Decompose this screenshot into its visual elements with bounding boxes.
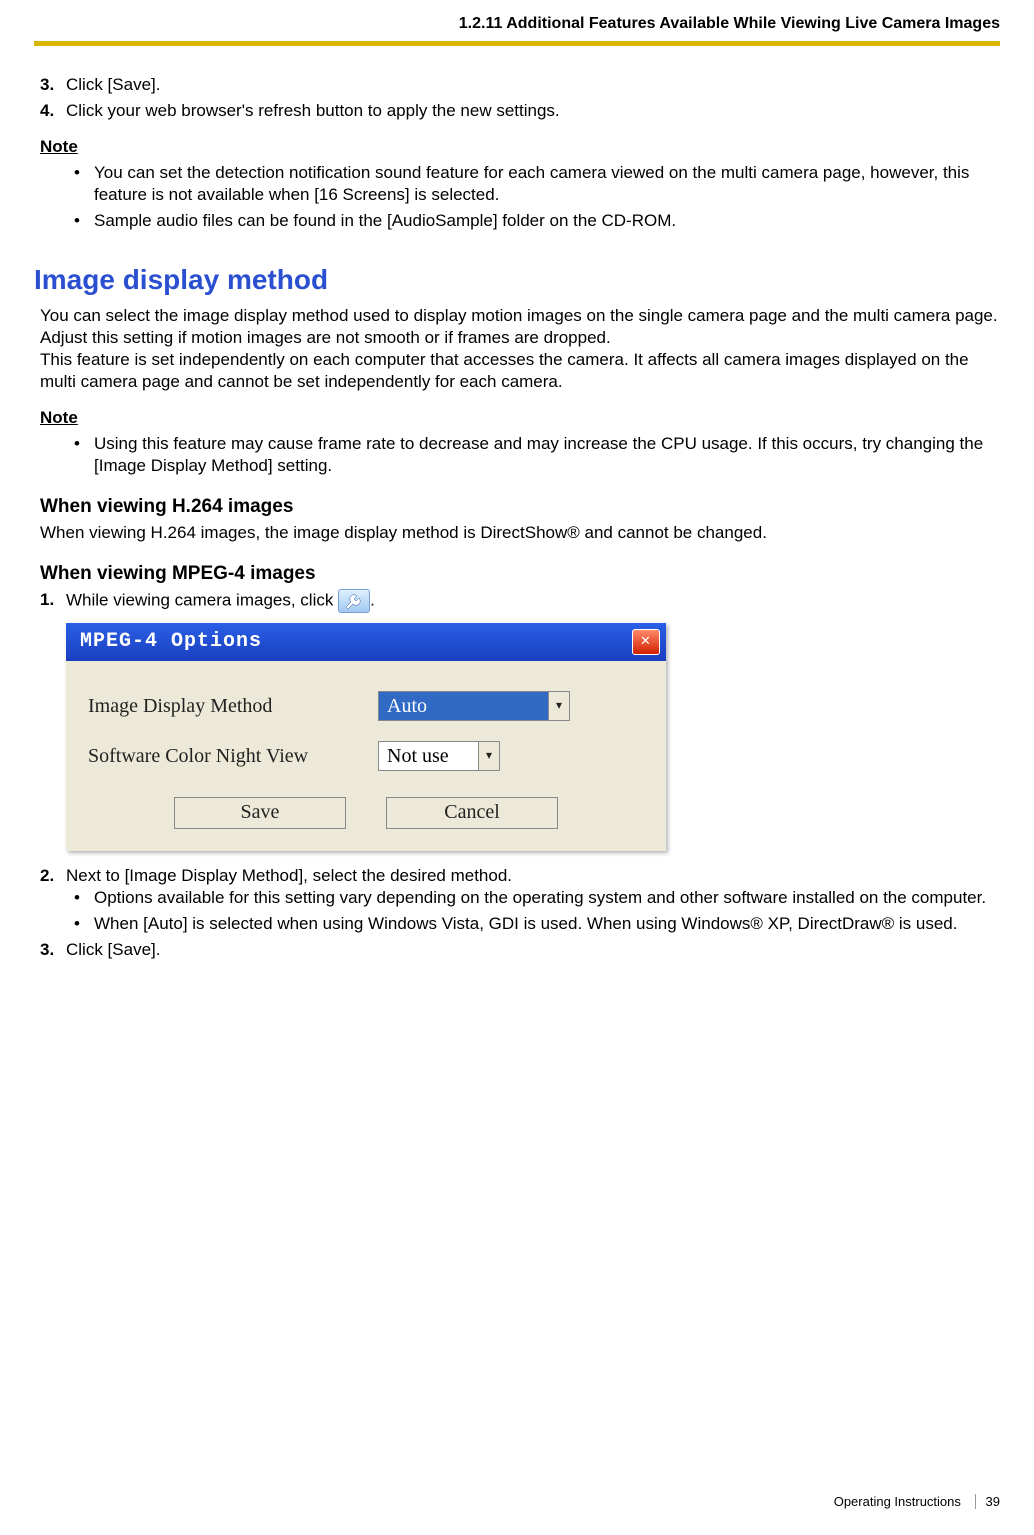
- h264-text: When viewing H.264 images, the image dis…: [40, 522, 1000, 544]
- step-number: 2.: [40, 865, 54, 887]
- header-section-ref: 1.2.11 Additional Features Available Whi…: [34, 0, 1000, 41]
- mpeg4-heading: When viewing MPEG-4 images: [40, 562, 1000, 587]
- step-text: Click [Save].: [66, 940, 160, 959]
- step-text-prefix: While viewing camera images, click: [66, 590, 338, 609]
- note-heading: Note: [40, 136, 1000, 158]
- mpeg4-options-dialog: MPEG-4 Options ✕ Image Display Method Au…: [66, 623, 666, 851]
- wrench-icon[interactable]: [338, 589, 370, 613]
- step2-bullet: When [Auto] is selected when using Windo…: [94, 913, 1000, 935]
- step-3b: 3. Click [Save].: [66, 939, 1000, 961]
- night-view-label: Software Color Night View: [88, 743, 378, 769]
- step-number: 4.: [40, 100, 54, 122]
- step2-bullets: Options available for this setting vary …: [66, 887, 1000, 935]
- dialog-titlebar: MPEG-4 Options ✕: [66, 623, 666, 661]
- note1-item: Sample audio files can be found in the […: [94, 210, 1000, 232]
- night-view-value: Not use: [379, 742, 478, 770]
- step-number: 3.: [40, 74, 54, 96]
- image-display-label: Image Display Method: [88, 693, 378, 719]
- footer-doc-name: Operating Instructions: [834, 1494, 961, 1509]
- image-display-select[interactable]: Auto ▾: [378, 691, 570, 721]
- page: 1.2.11 Additional Features Available Whi…: [0, 0, 1034, 1535]
- note1-item: You can set the detection notification s…: [94, 162, 1000, 206]
- step2-bullet: Options available for this setting vary …: [94, 887, 1000, 909]
- step-3: 3. Click [Save].: [66, 74, 1000, 96]
- dialog-title: MPEG-4 Options: [80, 629, 262, 655]
- step-text-suffix: .: [370, 590, 375, 609]
- dialog-buttons: Save Cancel: [88, 797, 644, 829]
- close-icon[interactable]: ✕: [632, 629, 660, 655]
- dropdown-arrow-icon: ▾: [548, 692, 569, 720]
- intro-paragraph: You can select the image display method …: [40, 305, 1000, 393]
- dialog-row-image-display: Image Display Method Auto ▾: [88, 691, 644, 721]
- note2-list: Using this feature may cause frame rate …: [40, 433, 1000, 477]
- night-view-select[interactable]: Not use ▾: [378, 741, 500, 771]
- step-text: Click your web browser's refresh button …: [66, 101, 560, 120]
- note-heading: Note: [40, 407, 1000, 429]
- cancel-button[interactable]: Cancel: [386, 797, 558, 829]
- h264-heading: When viewing H.264 images: [40, 495, 1000, 520]
- step-4: 4. Click your web browser's refresh butt…: [66, 100, 1000, 122]
- bottom-steps-list: 2. Next to [Image Display Method], selec…: [40, 865, 1000, 961]
- step-number: 1.: [40, 589, 54, 611]
- step-text: Next to [Image Display Method], select t…: [66, 866, 512, 885]
- note2-item: Using this feature may cause frame rate …: [94, 433, 1000, 477]
- step-text: Click [Save].: [66, 75, 160, 94]
- mpeg4-step-1: 1. While viewing camera images, click .: [66, 589, 1000, 613]
- top-steps-list: 3. Click [Save]. 4. Click your web brows…: [40, 74, 1000, 122]
- step-number: 3.: [40, 939, 54, 961]
- note1-list: You can set the detection notification s…: [40, 162, 1000, 232]
- separator-line: [34, 41, 1000, 46]
- dropdown-arrow-icon: ▾: [478, 742, 499, 770]
- image-display-value: Auto: [379, 692, 548, 720]
- save-button[interactable]: Save: [174, 797, 346, 829]
- mpeg4-steps-list: 1. While viewing camera images, click .: [40, 589, 1000, 613]
- dialog-body: Image Display Method Auto ▾ Software Col…: [66, 661, 666, 851]
- section-title: Image display method: [34, 262, 1000, 298]
- content-area: 3. Click [Save]. 4. Click your web brows…: [34, 74, 1000, 961]
- footer-page-number: 39: [986, 1494, 1000, 1509]
- dialog-row-night-view: Software Color Night View Not use ▾: [88, 741, 644, 771]
- step-2: 2. Next to [Image Display Method], selec…: [66, 865, 1000, 935]
- footer-separator: [975, 1494, 976, 1509]
- footer: Operating Instructions 39: [834, 1494, 1000, 1511]
